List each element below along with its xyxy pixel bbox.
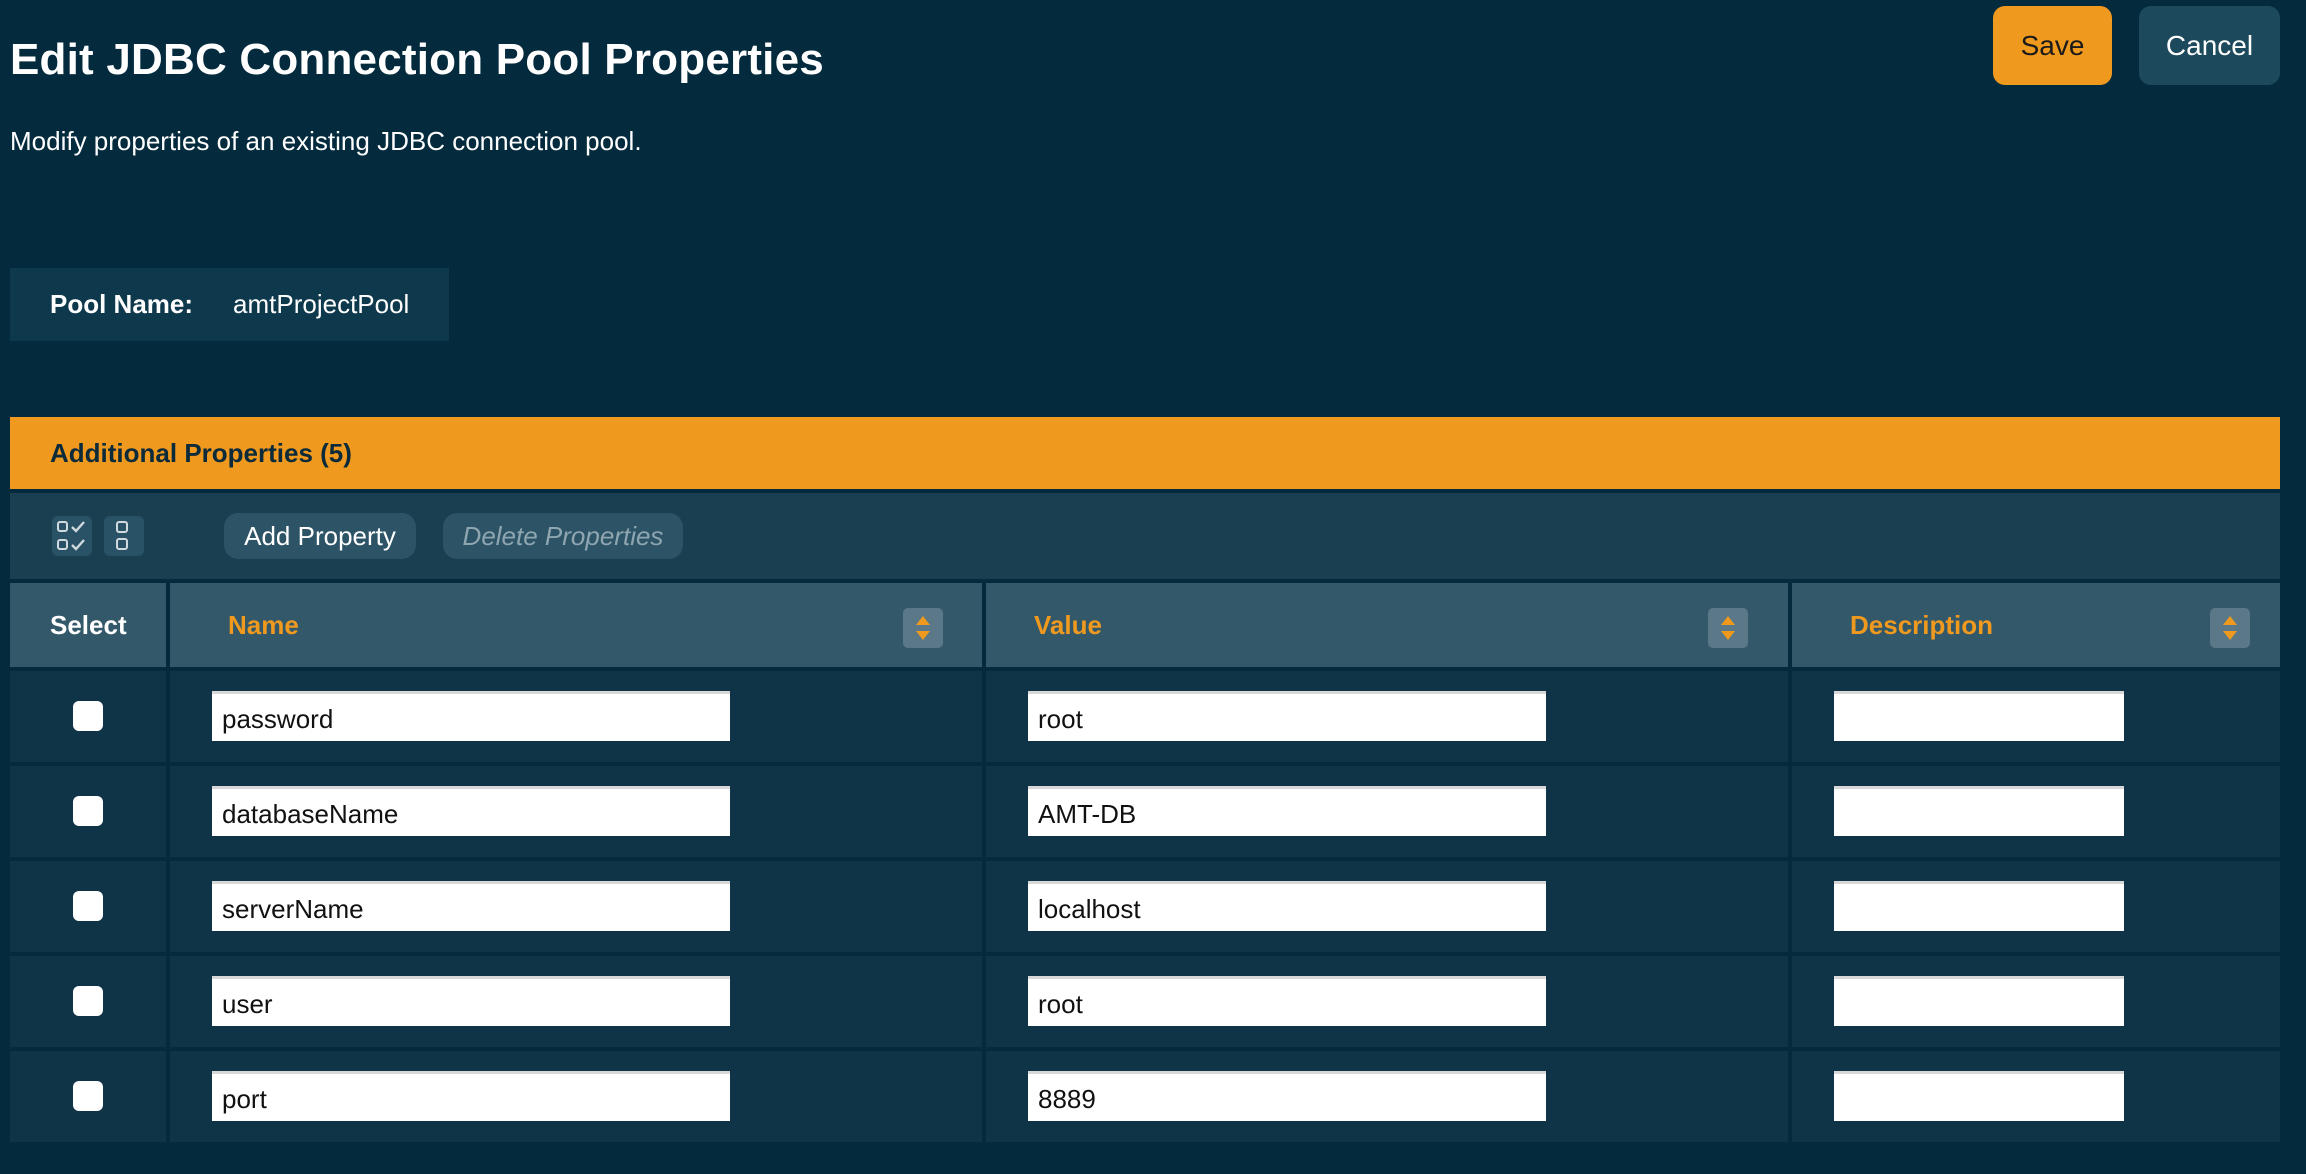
select-cell — [10, 956, 166, 1047]
additional-properties-header: Additional Properties (5) — [10, 417, 2280, 489]
header-name-label: Name — [228, 610, 299, 640]
select-all-icon[interactable] — [52, 516, 92, 556]
select-cell — [10, 861, 166, 952]
page-title: Edit JDBC Connection Pool Properties — [10, 35, 824, 84]
name-cell: password — [170, 671, 982, 762]
description-cell — [1792, 1051, 2280, 1142]
value-cell: localhost — [986, 861, 1788, 952]
name-cell: port — [170, 1051, 982, 1142]
property-name-field[interactable]: port — [212, 1071, 730, 1121]
name-cell: serverName — [170, 861, 982, 952]
cancel-button[interactable]: Cancel — [2139, 6, 2280, 85]
delete-properties-button[interactable]: Delete Properties — [443, 513, 683, 559]
property-value-field[interactable]: localhost — [1028, 881, 1546, 931]
property-value-field[interactable]: root — [1028, 976, 1546, 1026]
description-cell — [1792, 956, 2280, 1047]
row-checkbox[interactable] — [73, 891, 103, 921]
header-select-label: Select — [50, 610, 127, 640]
page-description: Modify properties of an existing JDBC co… — [10, 126, 642, 156]
row-checkbox[interactable] — [73, 796, 103, 826]
table-row: databaseName AMT-DB — [10, 766, 2280, 857]
table-toolbar: Add Property Delete Properties — [10, 493, 2280, 579]
select-cell — [10, 766, 166, 857]
table-row: serverName localhost — [10, 861, 2280, 952]
row-checkbox[interactable] — [73, 1081, 103, 1111]
save-button[interactable]: Save — [1993, 6, 2112, 85]
property-value-field[interactable]: 8889 — [1028, 1071, 1546, 1121]
property-name-field[interactable]: password — [212, 691, 730, 741]
pool-name-value: amtProjectPool — [233, 289, 410, 319]
add-property-button[interactable]: Add Property — [224, 513, 416, 559]
name-cell: databaseName — [170, 766, 982, 857]
description-cell — [1792, 766, 2280, 857]
table-row: user root — [10, 956, 2280, 1047]
header-select: Select — [10, 583, 166, 667]
property-value-field[interactable]: root — [1028, 691, 1546, 741]
description-cell — [1792, 671, 2280, 762]
property-name-field[interactable]: serverName — [212, 881, 730, 931]
header-description[interactable]: Description — [1792, 583, 2280, 667]
sort-icon[interactable] — [903, 608, 943, 648]
property-description-field[interactable] — [1834, 976, 2124, 1026]
property-name-field[interactable]: user — [212, 976, 730, 1026]
sort-icon[interactable] — [2210, 608, 2250, 648]
row-checkbox[interactable] — [73, 986, 103, 1016]
property-description-field[interactable] — [1834, 881, 2124, 931]
row-checkbox[interactable] — [73, 701, 103, 731]
property-description-field[interactable] — [1834, 786, 2124, 836]
value-cell: AMT-DB — [986, 766, 1788, 857]
property-name-field[interactable]: databaseName — [212, 786, 730, 836]
value-cell: 8889 — [986, 1051, 1788, 1142]
property-description-field[interactable] — [1834, 691, 2124, 741]
sort-icon[interactable] — [1708, 608, 1748, 648]
select-cell — [10, 671, 166, 762]
header-description-label: Description — [1850, 610, 1994, 640]
description-cell — [1792, 861, 2280, 952]
pool-name-label: Pool Name: — [50, 289, 194, 319]
property-value-field[interactable]: AMT-DB — [1028, 786, 1546, 836]
property-description-field[interactable] — [1834, 1071, 2124, 1121]
header-value[interactable]: Value — [986, 583, 1788, 667]
select-cell — [10, 1051, 166, 1142]
header-name[interactable]: Name — [170, 583, 982, 667]
table-row: port 8889 — [10, 1051, 2280, 1142]
value-cell: root — [986, 956, 1788, 1047]
deselect-all-icon[interactable] — [104, 516, 144, 556]
section-title: Additional Properties (5) — [50, 437, 352, 468]
value-cell: root — [986, 671, 1788, 762]
header-value-label: Value — [1034, 610, 1102, 640]
pool-name-panel: Pool Name: amtProjectPool — [10, 268, 449, 341]
name-cell: user — [170, 956, 982, 1047]
table-row: password root — [10, 671, 2280, 762]
